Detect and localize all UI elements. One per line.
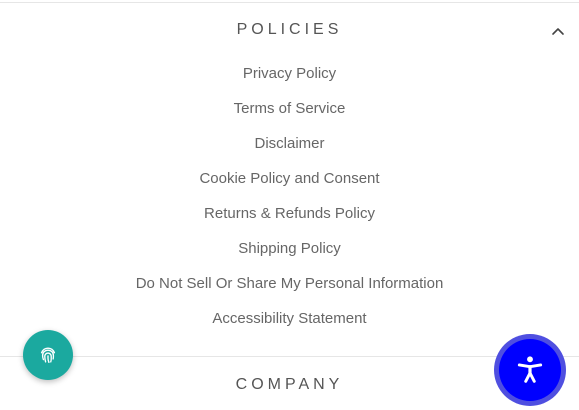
list-item: Accessibility Statement xyxy=(0,308,579,343)
policies-section-header[interactable]: POLICIES xyxy=(0,21,579,39)
company-section-header[interactable]: COMPANY xyxy=(0,376,579,394)
list-item: Cookie Policy and Consent xyxy=(0,168,579,203)
cookie-policy-link[interactable]: Cookie Policy and Consent xyxy=(199,170,379,187)
terms-of-service-link[interactable]: Terms of Service xyxy=(234,100,346,117)
company-title: COMPANY xyxy=(235,376,344,393)
accessibility-widget-core xyxy=(499,339,561,401)
accessibility-person-icon xyxy=(517,356,543,383)
list-item: Shipping Policy xyxy=(0,238,579,273)
accessibility-statement-link[interactable]: Accessibility Statement xyxy=(212,310,366,327)
policies-link-list: Privacy Policy Terms of Service Disclaim… xyxy=(0,63,579,343)
accessibility-widget-button[interactable] xyxy=(494,334,566,406)
footer-menu: POLICIES Privacy Policy Terms of Service… xyxy=(0,0,579,410)
divider xyxy=(0,356,579,357)
disclaimer-link[interactable]: Disclaimer xyxy=(254,135,324,152)
privacy-policy-link[interactable]: Privacy Policy xyxy=(243,65,336,82)
fingerprint-icon xyxy=(40,347,56,364)
list-item: Terms of Service xyxy=(0,98,579,133)
list-item: Disclaimer xyxy=(0,133,579,168)
list-item: Returns & Refunds Policy xyxy=(0,203,579,238)
privacy-widget-button[interactable] xyxy=(23,330,73,380)
chevron-up-icon[interactable] xyxy=(551,24,565,38)
divider xyxy=(0,2,579,3)
do-not-sell-link[interactable]: Do Not Sell Or Share My Personal Informa… xyxy=(136,275,444,292)
list-item: Privacy Policy xyxy=(0,63,579,98)
returns-refunds-link[interactable]: Returns & Refunds Policy xyxy=(204,205,375,222)
list-item: Do Not Sell Or Share My Personal Informa… xyxy=(0,273,579,308)
shipping-policy-link[interactable]: Shipping Policy xyxy=(238,240,341,257)
policies-title: POLICIES xyxy=(236,21,343,38)
